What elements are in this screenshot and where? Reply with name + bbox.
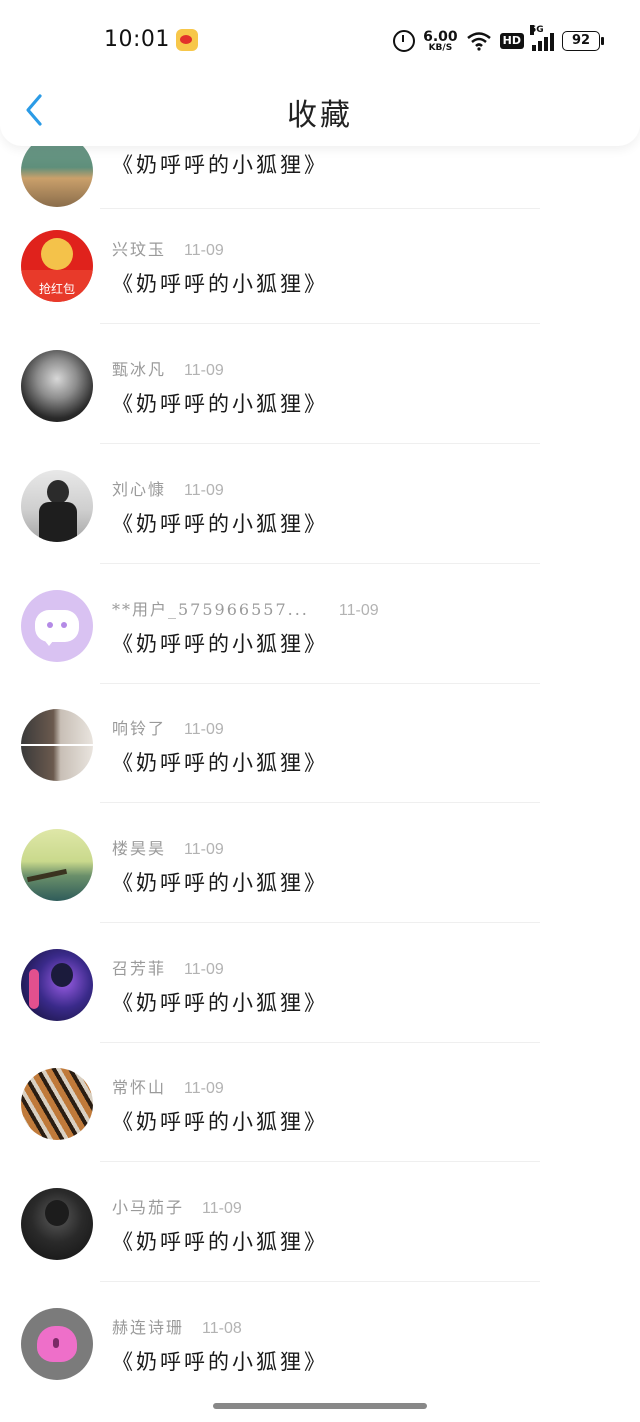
item-meta: 召芳菲 11-09 <box>112 955 224 979</box>
item-title: 《奶呼呼的小狐狸》 <box>112 272 328 296</box>
item-date: 11-09 <box>184 961 224 978</box>
signal-label: 5G <box>530 25 544 35</box>
item-title: 《奶呼呼的小狐狸》 <box>112 512 328 536</box>
user-name[interactable]: **用户_575966557... <box>112 600 309 619</box>
item-title: 《奶呼呼的小狐狸》 <box>112 392 328 416</box>
item-title: 《奶呼呼的小狐狸》 <box>112 991 328 1015</box>
divider <box>100 443 540 444</box>
list-item[interactable]: 甄冰凡 11-09 《奶呼呼的小狐狸》 <box>0 330 640 450</box>
signal-icon: 5G <box>530 25 554 51</box>
divider <box>100 1042 540 1043</box>
net-speed-value: 6.00 <box>423 28 458 45</box>
status-icons: 6.00 KB/S HD 5G 92 <box>393 25 604 56</box>
avatar[interactable] <box>21 350 93 422</box>
divider <box>100 683 540 684</box>
avatar[interactable] <box>21 829 93 901</box>
avatar[interactable] <box>21 709 93 781</box>
user-name[interactable]: 响铃了 <box>112 719 166 738</box>
item-meta: 楼昊昊 11-09 <box>112 835 224 859</box>
avatar[interactable]: 抢红包 <box>21 230 93 302</box>
battery-icon: 92 <box>562 31 604 51</box>
avatar-text: 抢红包 <box>38 282 75 296</box>
divider <box>100 802 540 803</box>
hd-badge: HD <box>499 33 524 49</box>
list-item[interactable]: 召芳菲 11-09 《奶呼呼的小狐狸》 <box>0 929 640 1049</box>
avatar[interactable] <box>21 590 93 662</box>
item-date: 11-09 <box>184 242 224 259</box>
item-title: 《奶呼呼的小狐狸》 <box>112 871 328 895</box>
item-date: 11-09 <box>184 482 224 499</box>
user-name[interactable]: 赫连诗珊 <box>112 1318 184 1337</box>
list-item[interactable]: 响铃了 11-09 《奶呼呼的小狐狸》 <box>0 689 640 809</box>
divider <box>100 1161 540 1162</box>
net-speed-unit: KB/S <box>428 42 453 53</box>
list-item[interactable]: 抢红包 兴玟玉 11-09 《奶呼呼的小狐狸》 <box>0 210 640 330</box>
divider <box>100 323 540 324</box>
weibo-icon <box>176 29 198 51</box>
divider <box>100 1281 540 1282</box>
user-name[interactable]: 小马茄子 <box>112 1198 184 1217</box>
status-time: 10:01 <box>104 27 170 52</box>
page-title: 收藏 <box>287 98 353 133</box>
item-title: 《奶呼呼的小狐狸》 <box>112 751 328 775</box>
avatar[interactable] <box>21 1188 93 1260</box>
item-date: 11-09 <box>202 1200 242 1217</box>
user-name[interactable]: 甄冰凡 <box>112 360 166 379</box>
item-date: 11-08 <box>202 1320 242 1337</box>
divider <box>100 563 540 564</box>
user-name[interactable]: 常怀山 <box>112 1078 166 1097</box>
item-meta: 赫连诗珊 11-08 <box>112 1314 242 1338</box>
item-date: 11-09 <box>184 841 224 858</box>
alarm-icon <box>393 30 416 52</box>
nav-header: 收藏 <box>0 70 640 146</box>
list-item[interactable]: 常怀山 11-09 《奶呼呼的小狐狸》 <box>0 1048 640 1168</box>
net-speed: 6.00 KB/S <box>423 30 458 53</box>
item-date: 11-09 <box>338 602 379 619</box>
user-name[interactable]: 召芳菲 <box>112 959 166 978</box>
item-meta: 小马茄子 11-09 <box>112 1194 242 1218</box>
item-meta: 甄冰凡 11-09 <box>112 356 224 380</box>
item-meta: **用户_575966557... 11-09 <box>112 596 379 620</box>
item-title: 《奶呼呼的小狐狸》 <box>112 1110 328 1134</box>
avatar[interactable] <box>21 1308 93 1380</box>
status-bar: 10:01 6.00 KB/S HD 5G 92 <box>0 0 640 80</box>
item-meta: 兴玟玉 11-09 <box>112 236 224 260</box>
item-date: 11-09 <box>184 721 224 738</box>
item-title: 《奶呼呼的小狐狸》 <box>112 632 328 656</box>
avatar[interactable] <box>21 949 93 1021</box>
wifi-icon <box>466 32 491 51</box>
divider <box>100 922 540 923</box>
list-item[interactable]: 赫连诗珊 11-08 《奶呼呼的小狐狸》 <box>0 1288 640 1408</box>
user-name[interactable]: 兴玟玉 <box>112 240 166 259</box>
item-title: 《奶呼呼的小狐狸》 <box>112 1230 328 1254</box>
item-date: 11-09 <box>184 1080 224 1097</box>
item-meta: 刘心慷 11-09 <box>112 476 224 500</box>
avatar[interactable] <box>21 470 93 542</box>
item-meta: 响铃了 11-09 <box>112 715 224 739</box>
list-item[interactable]: 刘心慷 11-09 《奶呼呼的小狐狸》 <box>0 450 640 570</box>
list-item[interactable]: 小马茄子 11-09 《奶呼呼的小狐狸》 <box>0 1168 640 1288</box>
item-meta: 常怀山 11-09 <box>112 1074 224 1098</box>
item-title: 《奶呼呼的小狐狸》 <box>112 1350 328 1374</box>
item-title: 《奶呼呼的小狐狸》 <box>112 153 328 177</box>
item-date: 11-09 <box>184 362 224 379</box>
home-indicator[interactable] <box>213 1403 427 1409</box>
user-name[interactable]: 楼昊昊 <box>112 839 166 858</box>
avatar[interactable] <box>21 1068 93 1140</box>
user-name[interactable]: 刘心慷 <box>112 480 166 499</box>
divider <box>100 208 540 209</box>
list-item[interactable]: **用户_575966557... 11-09 《奶呼呼的小狐狸》 <box>0 570 640 690</box>
list-item[interactable]: 楼昊昊 11-09 《奶呼呼的小狐狸》 <box>0 809 640 929</box>
